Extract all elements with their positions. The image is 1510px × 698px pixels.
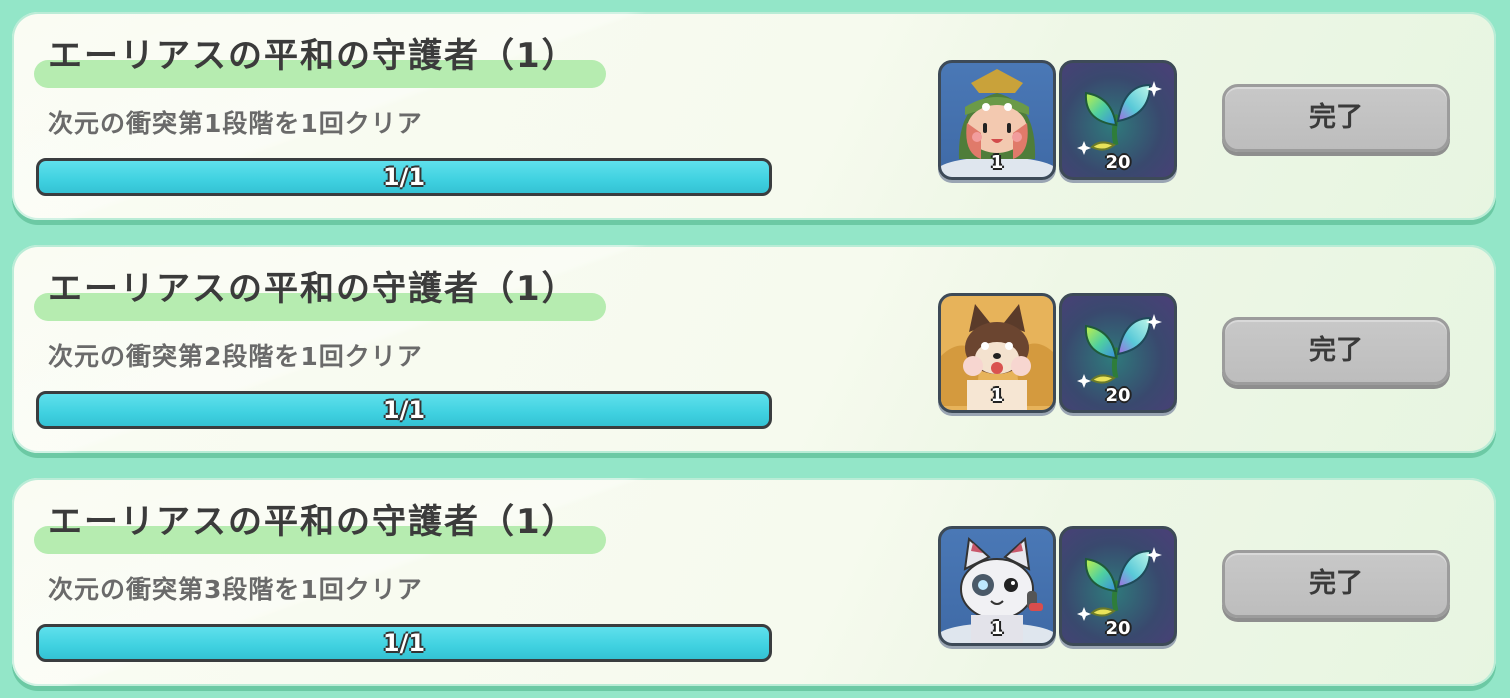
reward-slot-item[interactable]: 20 bbox=[1059, 293, 1177, 413]
quest-description: 次元の衝突第1段階を1回クリア bbox=[48, 109, 423, 138]
complete-button[interactable]: 完了 bbox=[1222, 84, 1450, 152]
quest-card: エーリアスの平和の守護者（1） 次元の衝突第3段階を1回クリア 1/1 1 20… bbox=[12, 478, 1496, 686]
progress-bar: 1/1 bbox=[36, 624, 772, 662]
reward-slot-hero[interactable]: 1 bbox=[938, 526, 1056, 646]
quest-description: 次元の衝突第2段階を1回クリア bbox=[48, 342, 423, 371]
quest-title: エーリアスの平和の守護者（1） bbox=[48, 269, 578, 309]
quest-title-wrap: エーリアスの平和の守護者（1） bbox=[34, 500, 606, 556]
reward-count: 1 bbox=[990, 618, 1004, 639]
quest-title: エーリアスの平和の守護者（1） bbox=[48, 502, 578, 542]
quest-card: エーリアスの平和の守護者（1） 次元の衝突第2段階を1回クリア 1/1 1 20… bbox=[12, 245, 1496, 453]
reward-count: 20 bbox=[1105, 385, 1131, 406]
quest-description: 次元の衝突第3段階を1回クリア bbox=[48, 575, 423, 604]
progress-bar: 1/1 bbox=[36, 391, 772, 429]
quest-title-wrap: エーリアスの平和の守護者（1） bbox=[34, 34, 606, 90]
progress-text: 1/1 bbox=[382, 629, 426, 657]
reward-count: 20 bbox=[1105, 618, 1131, 639]
progress-text: 1/1 bbox=[382, 396, 426, 424]
reward-slot-item[interactable]: 20 bbox=[1059, 60, 1177, 180]
reward-count: 1 bbox=[990, 152, 1004, 173]
complete-button[interactable]: 完了 bbox=[1222, 317, 1450, 385]
progress-bar: 1/1 bbox=[36, 158, 772, 196]
quest-list: エーリアスの平和の守護者（1） 次元の衝突第1段階を1回クリア 1/1 1 20… bbox=[0, 0, 1510, 698]
quest-title: エーリアスの平和の守護者（1） bbox=[48, 36, 578, 76]
reward-slot-item[interactable]: 20 bbox=[1059, 526, 1177, 646]
progress-text: 1/1 bbox=[382, 163, 426, 191]
quest-title-wrap: エーリアスの平和の守護者（1） bbox=[34, 267, 606, 323]
quest-card: エーリアスの平和の守護者（1） 次元の衝突第1段階を1回クリア 1/1 1 20… bbox=[12, 12, 1496, 220]
reward-slot-hero[interactable]: 1 bbox=[938, 60, 1056, 180]
reward-count: 20 bbox=[1105, 152, 1131, 173]
reward-slot-hero[interactable]: 1 bbox=[938, 293, 1056, 413]
reward-count: 1 bbox=[990, 385, 1004, 406]
complete-button[interactable]: 完了 bbox=[1222, 550, 1450, 618]
